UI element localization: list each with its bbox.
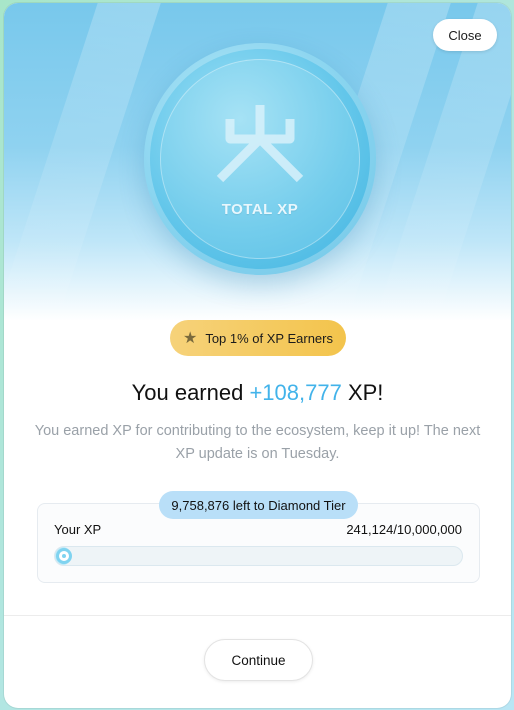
xp-modal: TOTAL XP Close ★ Top 1% of XP Earners Yo… bbox=[4, 3, 511, 708]
badge-label: Top 1% of XP Earners bbox=[205, 330, 333, 346]
earned-headline: You earned +108,777 XP! bbox=[4, 380, 511, 406]
hero-banner: TOTAL XP Close bbox=[4, 3, 511, 321]
description: You earned XP for contributing to the ec… bbox=[34, 423, 481, 462]
top-earner-badge: ★ Top 1% of XP Earners bbox=[170, 320, 346, 356]
coin-label: TOTAL XP bbox=[221, 201, 299, 218]
continue-button[interactable]: Continue bbox=[204, 639, 313, 681]
headline-suffix: XP! bbox=[341, 380, 384, 405]
xp-label: Your XP bbox=[54, 522, 102, 537]
xp-progress-knob bbox=[56, 548, 72, 564]
coin-face: TOTAL XP bbox=[160, 59, 360, 259]
earned-amount: +108,777 bbox=[249, 380, 342, 405]
total-xp-coin: TOTAL XP bbox=[144, 43, 376, 275]
tier-remaining-tag: 9,758,876 left to Diamond Tier bbox=[159, 491, 358, 519]
close-button[interactable]: Close bbox=[433, 19, 497, 51]
headline-prefix: You earned bbox=[131, 380, 250, 405]
footer-divider bbox=[4, 615, 511, 616]
xp-value: 241,124/10,000,000 bbox=[346, 522, 462, 537]
star-icon: ★ bbox=[182, 330, 198, 347]
xp-progress-bar bbox=[54, 546, 463, 566]
logo-icon bbox=[216, 105, 304, 183]
light-streak bbox=[4, 3, 168, 321]
